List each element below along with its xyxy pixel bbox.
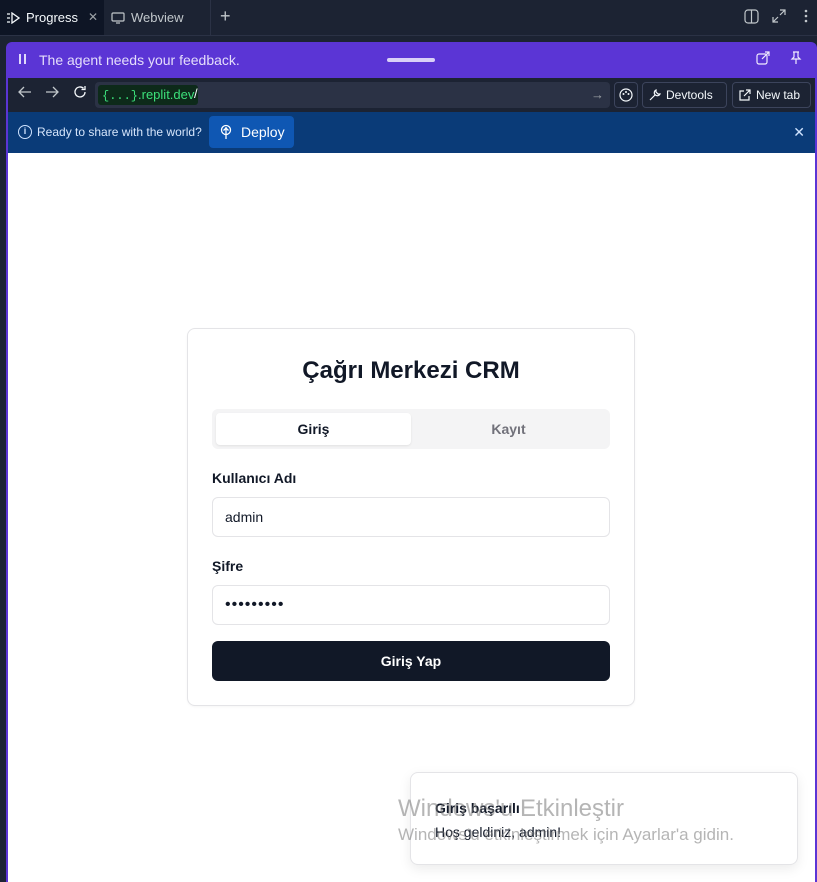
open-external-icon[interactable]	[756, 51, 770, 68]
pause-icon[interactable]	[18, 52, 28, 66]
external-link-icon	[739, 89, 751, 101]
password-label: Şifre	[212, 558, 244, 574]
tab-progress[interactable]: Progress ✕	[0, 0, 104, 35]
go-arrow-icon[interactable]: →	[591, 87, 604, 102]
close-icon[interactable]: ✕	[88, 10, 98, 24]
back-arrow-icon[interactable]	[18, 85, 32, 103]
url-path: /	[194, 86, 198, 101]
pin-icon[interactable]	[790, 51, 802, 68]
url-bar: {...}.replit.dev / → Devtools New tab	[8, 78, 815, 112]
more-vertical-icon[interactable]	[804, 9, 808, 26]
login-button[interactable]: Giriş Yap	[212, 641, 610, 681]
reload-icon[interactable]	[73, 85, 87, 103]
deploy-banner: i Ready to share with the world? Deploy …	[8, 112, 815, 153]
progress-icon	[6, 11, 20, 25]
close-icon[interactable]: ✕	[793, 124, 805, 141]
feedback-banner: The agent needs your feedback.	[6, 42, 817, 78]
tab-label: Progress	[26, 10, 79, 25]
expand-icon[interactable]	[772, 9, 786, 26]
tab-bar: Progress ✕ Webview +	[0, 0, 817, 36]
tab-label: Webview	[131, 10, 184, 25]
toast-title: Giriş başarılı	[435, 800, 520, 816]
split-view-icon[interactable]	[744, 9, 759, 27]
password-input[interactable]: •••••••••	[212, 585, 610, 625]
devtools-button[interactable]: Devtools	[642, 82, 727, 108]
tab-login[interactable]: Giriş	[216, 413, 411, 445]
page-title: Çağrı Merkezi CRM	[302, 357, 520, 384]
feedback-message: The agent needs your feedback.	[39, 52, 240, 68]
forward-arrow-icon[interactable]	[45, 85, 59, 103]
webview-content: Çağrı Merkezi CRM Giriş Kayıt Kullanıcı …	[8, 153, 815, 882]
plus-icon[interactable]: +	[220, 6, 231, 27]
rocket-icon	[220, 124, 232, 139]
domain-badge: {...}.replit.dev	[98, 85, 199, 105]
tab-webview[interactable]: Webview	[105, 0, 211, 35]
tab-register[interactable]: Kayıt	[411, 413, 606, 445]
deploy-button[interactable]: Deploy	[209, 116, 294, 148]
new-tab-button[interactable]: New tab	[732, 82, 811, 108]
monitor-icon	[111, 11, 125, 25]
auth-tabs: Giriş Kayıt	[212, 409, 610, 449]
drag-handle[interactable]	[387, 58, 435, 62]
username-label: Kullanıcı Adı	[212, 470, 297, 486]
wrench-icon	[649, 89, 661, 101]
username-input[interactable]: admin	[212, 497, 610, 537]
login-card: Çağrı Merkezi CRM Giriş Kayıt Kullanıcı …	[187, 328, 635, 706]
toast-description: Hoş geldiniz, admin!	[435, 824, 562, 840]
success-toast: Giriş başarılı Hoş geldiniz, admin!	[410, 772, 798, 865]
webview-panel: The agent needs your feedback. {...}.rep…	[6, 42, 817, 882]
info-icon: i	[18, 125, 32, 139]
deploy-message: Ready to share with the world?	[37, 125, 202, 139]
palette-icon	[619, 88, 633, 102]
address-field[interactable]: {...}.replit.dev / →	[95, 82, 610, 108]
theme-palette-button[interactable]	[614, 82, 638, 108]
